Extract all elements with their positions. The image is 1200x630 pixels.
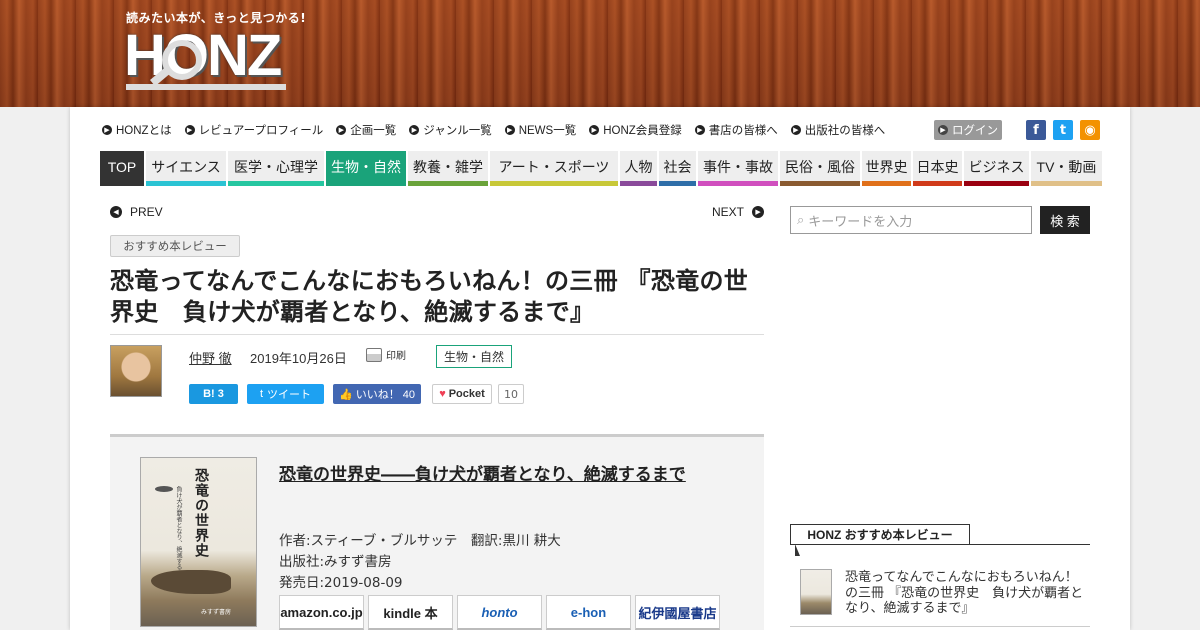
rss-icon[interactable]: ◉ — [1080, 120, 1100, 140]
print-button[interactable]: 印刷 — [366, 347, 406, 362]
genre-tab-world-history[interactable]: 世界史 — [862, 151, 911, 186]
shop-kinokuniya-button[interactable]: 紀伊國屋書店 — [635, 595, 720, 630]
genre-tab-biology[interactable]: 生物・自然 — [326, 151, 406, 186]
genre-tab-top[interactable]: TOP — [100, 151, 144, 186]
shop-kindle-button[interactable]: kindle 本 — [368, 595, 453, 630]
pocket-button[interactable]: ♥ Pocket — [432, 384, 492, 404]
shop-amazon-button[interactable]: amazon.co.jp — [279, 595, 364, 630]
arrow-icon: ▶ — [504, 125, 515, 135]
genre-tab-society[interactable]: 社会 — [659, 151, 696, 186]
topnav-item-news[interactable]: ▶ NEWS一覧 — [504, 122, 576, 138]
logo-underline — [126, 84, 286, 90]
twitter-icon[interactable]: t — [1053, 120, 1073, 140]
genre-tab-medicine[interactable]: 医学・心理学 — [228, 151, 324, 186]
sidebar-divider — [790, 626, 1090, 627]
shop-honto-button[interactable]: honto — [457, 595, 542, 630]
cover-title: 恐竜の世界史 — [193, 468, 209, 558]
genre-tab-business[interactable]: ビジネス — [964, 151, 1029, 186]
sidebar-heading-notch — [795, 544, 800, 556]
search-input[interactable]: ⌕ キーワードを入力 — [790, 206, 1032, 234]
arrow-icon: ▶ — [184, 125, 195, 135]
pocket-count: 10 — [498, 384, 524, 404]
book-authors: 作者:スティーブ・ブルサッテ 翻訳:黒川 耕大 — [279, 533, 561, 549]
book-release-date: 発売日:2019-08-09 — [279, 575, 403, 591]
next-link[interactable]: NEXT ▶ — [712, 205, 765, 219]
shop-ehon-button[interactable]: e-hon — [546, 595, 631, 630]
topnav-item-about[interactable]: ▶ HONZとは — [102, 122, 172, 138]
sidebar-section-heading: HONZ おすすめ本レビュー — [790, 524, 970, 545]
author-avatar[interactable] — [110, 345, 162, 397]
arrow-icon: ▶ — [589, 125, 600, 135]
genre-nav: TOP サイエンス 医学・心理学 生物・自然 教養・雑学 アート・スポーツ 人物… — [100, 151, 1104, 186]
topnav-item-reviewers[interactable]: ▶ レビュアープロフィール — [184, 122, 323, 138]
arrow-icon: ▶ — [694, 125, 705, 135]
tweet-button[interactable]: t ツイート — [247, 384, 324, 404]
facebook-like-button[interactable]: 👍 いいね！ 40 — [333, 384, 421, 404]
publish-date: 2019年10月26日 — [250, 351, 347, 366]
sidebar-item-link[interactable]: 恐竜ってなんでこんなにおもろいねん！の三冊 『恐竜の世界史 負け犬が覇者となり、… — [845, 570, 1085, 617]
chevron-left-icon: ◀ — [110, 206, 122, 218]
genre-tab-tv-video[interactable]: TV・動画 — [1031, 151, 1102, 186]
search-icon: ⌕ — [797, 212, 805, 227]
genre-tab-science[interactable]: サイエンス — [146, 151, 226, 186]
site-logo[interactable]: HONZ — [124, 22, 282, 90]
top-nav: ▶ HONZとは ▶ レビュアープロフィール ▶ 企画一覧 ▶ ジャンル一覧 ▶ NEWS… — [102, 122, 898, 138]
topnav-item-genres[interactable]: ▶ ジャンル一覧 — [409, 122, 492, 138]
topnav-item-publishers[interactable]: ▶ 出版社の皆様へ — [790, 122, 885, 138]
genre-tag[interactable]: 生物・自然 — [436, 345, 512, 368]
category-tag[interactable]: おすすめ本レビュー — [110, 235, 240, 257]
facebook-icon[interactable]: f — [1026, 120, 1046, 140]
genre-tab-art-sports[interactable]: アート・スポーツ — [490, 151, 618, 186]
topnav-item-register[interactable]: ▶ HONZ会員登録 — [589, 122, 682, 138]
arrow-icon: ▶ — [938, 125, 948, 135]
prev-link[interactable]: ◀ PREV — [110, 205, 163, 219]
arrow-icon: ▶ — [102, 125, 112, 135]
printer-icon — [366, 347, 382, 362]
login-button[interactable]: ▶ ログイン — [934, 120, 1002, 140]
book-title-link[interactable]: 恐竜の世界史――負け犬が覇者となり、絶滅するまで — [279, 460, 686, 485]
search-button[interactable]: 検 索 — [1040, 206, 1090, 234]
genre-tab-folklore[interactable]: 民俗・風俗 — [780, 151, 860, 186]
topnav-item-bookstores[interactable]: ▶ 書店の皆様へ — [694, 122, 778, 138]
genre-tab-people[interactable]: 人物 — [620, 151, 657, 186]
book-cover[interactable]: 恐竜の世界史 負け犬が覇者となり、絶滅するまで みすず書房 — [140, 457, 257, 627]
twitter-icon: t — [259, 388, 264, 400]
genre-tab-japan-history[interactable]: 日本史 — [913, 151, 962, 186]
sidebar-item-thumbnail[interactable] — [800, 569, 832, 615]
dinosaur-illustration — [151, 570, 231, 594]
article-title: 恐竜ってなんでこんなにおもろいねん！の三冊 『恐竜の世界史 負け犬が覇者となり、… — [110, 267, 749, 326]
thumbs-up-icon: 👍 — [339, 388, 353, 401]
author-link[interactable]: 仲野 徹 — [189, 348, 232, 367]
hatena-bookmark-button[interactable]: B! 3 — [189, 384, 238, 404]
cover-subtitle: 負け犬が覇者となり、絶滅するまで — [175, 486, 182, 582]
genre-tab-incidents[interactable]: 事件・事故 — [698, 151, 778, 186]
title-divider — [110, 334, 764, 335]
arrow-icon: ▶ — [790, 125, 801, 135]
arrow-icon: ▶ — [336, 125, 347, 135]
genre-tab-culture[interactable]: 教養・雑学 — [408, 151, 488, 186]
arrow-icon: ▶ — [409, 125, 420, 135]
topnav-item-features[interactable]: ▶ 企画一覧 — [336, 122, 396, 138]
shop-buttons: amazon.co.jp kindle 本 honto e-hon 紀伊國屋書店 — [279, 595, 724, 630]
cover-publisher: みすず書房 — [201, 609, 232, 616]
pterosaur-illustration — [155, 486, 173, 492]
book-publisher: 出版社:みすず書房 — [279, 554, 392, 570]
pocket-icon: ♥ — [439, 388, 446, 400]
sidebar-heading-rule — [790, 544, 1090, 545]
chevron-right-icon: ▶ — [752, 206, 765, 218]
